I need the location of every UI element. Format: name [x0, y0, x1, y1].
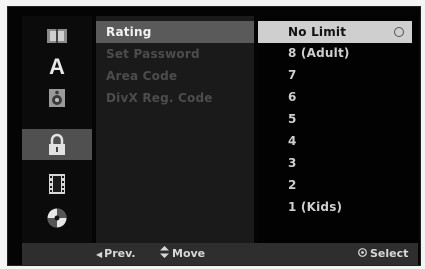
- option-label: No Limit: [288, 25, 347, 39]
- category-lock[interactable]: [22, 129, 92, 160]
- footer-hint-bar: ◀ Prev. Move Select: [22, 243, 418, 265]
- move-label: Move: [172, 247, 206, 260]
- option-1[interactable]: 1 (Kids): [258, 196, 412, 218]
- disc-menu-icon: [47, 28, 67, 43]
- option-no-limit[interactable]: No Limit: [258, 21, 412, 43]
- up-down-arrow-icon: [160, 246, 169, 258]
- option-label: 7: [288, 68, 297, 82]
- lock-icon: [49, 133, 65, 155]
- prev-hint: ◀ Prev.: [96, 243, 136, 266]
- category-language[interactable]: A: [22, 51, 92, 82]
- enter-button-icon: [358, 248, 367, 257]
- option-7[interactable]: 7: [258, 64, 412, 86]
- prev-label: Prev.: [104, 247, 136, 260]
- select-hint: Select: [358, 243, 408, 265]
- move-hint: Move: [160, 243, 205, 265]
- category-audio[interactable]: [22, 82, 92, 113]
- menu-item-area-code[interactable]: Area Code: [96, 65, 254, 87]
- audio-icon: [49, 88, 65, 107]
- category-disc-menu[interactable]: [22, 20, 92, 51]
- category-film[interactable]: [22, 168, 92, 199]
- option-2[interactable]: 2: [258, 174, 412, 196]
- setting-menu: Rating Set Password Area Code DivX Reg. …: [96, 16, 254, 243]
- option-3[interactable]: 3: [258, 152, 412, 174]
- option-label: 5: [288, 112, 297, 126]
- menu-item-rating[interactable]: Rating: [96, 21, 254, 43]
- film-icon: [49, 173, 65, 194]
- left-arrow-icon: ◀: [96, 250, 103, 259]
- menu-item-set-password[interactable]: Set Password: [96, 43, 254, 65]
- language-icon: A: [49, 53, 65, 79]
- category-disc[interactable]: [22, 202, 92, 233]
- option-5[interactable]: 5: [258, 108, 412, 130]
- option-label: 4: [288, 134, 297, 148]
- radio-selected-icon: [394, 27, 404, 37]
- select-label: Select: [370, 247, 409, 260]
- menu-item-divx-reg-code[interactable]: DivX Reg. Code: [96, 87, 254, 109]
- option-8[interactable]: 8 (Adult): [258, 42, 412, 64]
- rating-options: No Limit 8 (Adult) 7 6 5 4 3 2 1 (Kids): [258, 16, 418, 243]
- option-4[interactable]: 4: [258, 130, 412, 152]
- option-label: 1 (Kids): [288, 200, 343, 214]
- option-6[interactable]: 6: [258, 86, 412, 108]
- category-icon-column: A: [22, 16, 92, 243]
- option-label: 3: [288, 156, 297, 170]
- disc-icon: [47, 208, 67, 227]
- option-label: 8 (Adult): [288, 46, 350, 60]
- option-label: 2: [288, 178, 297, 192]
- option-label: 6: [288, 90, 297, 104]
